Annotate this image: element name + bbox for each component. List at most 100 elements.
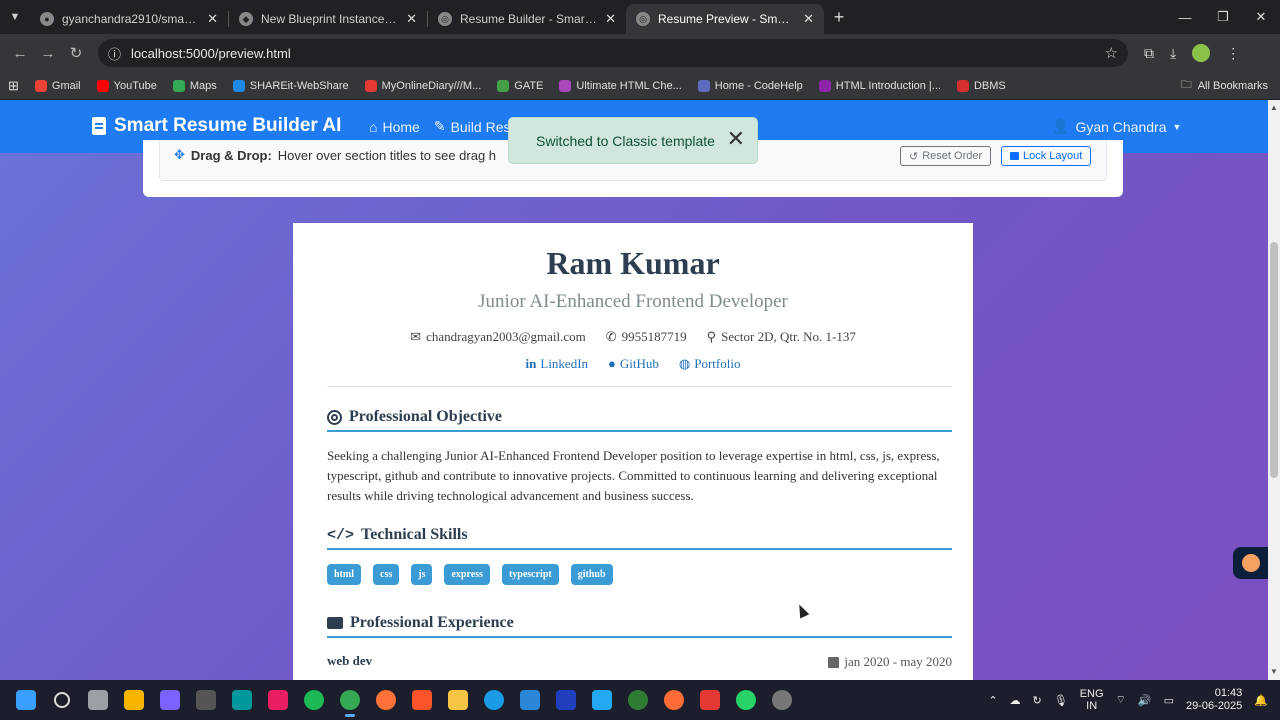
skill-badge: html (327, 564, 361, 585)
nav-home-link[interactable]: ⌂ Home (369, 118, 420, 135)
bookmark-codehelp[interactable]: Home - CodeHelp (690, 79, 811, 92)
taskbar-app[interactable] (656, 682, 692, 718)
maps-icon (172, 79, 185, 92)
notification-bell-icon[interactable]: 🔔 (1254, 694, 1268, 707)
github-icon: ● (608, 356, 616, 371)
site-info-icon[interactable]: ⓘ (108, 44, 121, 63)
chat-assistant-button[interactable] (1233, 547, 1268, 579)
address-bar[interactable]: ⓘ localhost:5000/preview.html ☆ (98, 39, 1128, 67)
back-icon[interactable]: ← (6, 45, 34, 62)
bookmark-youtube[interactable]: YouTube (89, 79, 165, 92)
taskbar-app[interactable] (476, 682, 512, 718)
wifi-icon[interactable]: ⌔ (1116, 693, 1126, 707)
task-view-button[interactable] (80, 682, 116, 718)
profile-avatar[interactable] (1192, 44, 1211, 62)
scroll-up-icon[interactable]: ▲ (1270, 103, 1278, 112)
browser-tab[interactable]: ◎ Resume Builder - Smart Resume ✕ (428, 4, 626, 34)
restore-icon[interactable]: ❐ (1204, 0, 1242, 34)
minimize-icon[interactable]: — (1166, 0, 1204, 34)
new-tab-button[interactable]: + (824, 7, 854, 28)
nav-build-link[interactable]: ✎ Build Res (434, 118, 511, 135)
globe-icon: ◍ (678, 356, 691, 371)
code-icon: </> (327, 526, 355, 544)
taskbar-app[interactable] (116, 682, 152, 718)
reset-order-button[interactable]: ↺ Reset Order (900, 146, 992, 166)
taskbar-app[interactable] (584, 682, 620, 718)
bookmark-gate[interactable]: GATE (489, 79, 551, 92)
taskbar-app[interactable] (368, 682, 404, 718)
close-tab-icon[interactable]: ✕ (605, 11, 616, 27)
chevron-up-icon[interactable]: ⌃ (988, 694, 997, 707)
forward-icon[interactable]: → (34, 45, 62, 62)
bookmark-label: Home - CodeHelp (714, 79, 803, 92)
scroll-down-icon[interactable]: ▼ (1270, 667, 1278, 676)
taskbar-app[interactable] (152, 682, 188, 718)
network-drive-icon[interactable]: ☁ (1010, 694, 1021, 707)
bookmark-star-icon[interactable]: ☆ (1105, 44, 1118, 62)
taskbar-app-chrome[interactable] (332, 682, 368, 718)
taskbar-app[interactable] (620, 682, 656, 718)
browser-tab-active[interactable]: ◎ Resume Preview - Smart Resume ✕ (626, 4, 824, 34)
github-link[interactable]: ● GitHub (608, 356, 659, 372)
taskbar-app[interactable] (692, 682, 728, 718)
store-icon (520, 690, 540, 710)
taskbar-app[interactable] (404, 682, 440, 718)
clock[interactable]: 01:43 29-06-2025 (1186, 687, 1242, 713)
taskbar-app[interactable] (512, 682, 548, 718)
bookmark-shareit[interactable]: SHAREit-WebShare (225, 79, 357, 92)
github-icon: ● (40, 12, 54, 26)
apps-grid-icon[interactable]: ⊞ (0, 78, 27, 94)
battery-icon[interactable]: ▭ (1164, 694, 1174, 707)
taskbar-app[interactable] (260, 682, 296, 718)
taskbar-app[interactable] (188, 682, 224, 718)
taskbar-app[interactable] (296, 682, 332, 718)
taskbar-app[interactable] (764, 682, 800, 718)
microphone-icon[interactable]: 🎙 (1054, 694, 1068, 707)
taskbar-app[interactable] (224, 682, 260, 718)
language-indicator[interactable]: ENG IN (1080, 688, 1104, 712)
all-bookmarks-button[interactable]: 🗀 All Bookmarks (1181, 76, 1268, 95)
browser-tab[interactable]: ◆ New Blueprint Instance - Render ✕ (229, 4, 427, 34)
section-title-experience[interactable]: Professional Experience (327, 614, 952, 638)
linkedin-link[interactable]: in LinkedIn (526, 356, 589, 372)
bookmark-diary[interactable]: MyOnlineDiary///M... (357, 79, 490, 92)
taskbar-app[interactable] (728, 682, 764, 718)
search-button[interactable] (44, 682, 80, 718)
tab-search-button[interactable]: ▼ (0, 2, 30, 32)
url-text: localhost:5000/preview.html (131, 45, 291, 61)
bookmark-dbms[interactable]: DBMS (949, 79, 1014, 92)
portfolio-link[interactable]: ◍ Portfolio (679, 356, 741, 372)
reload-icon[interactable]: ↻ (62, 44, 90, 62)
skill-badge: typescript (501, 564, 559, 585)
scrollbar-thumb[interactable] (1270, 242, 1278, 478)
close-window-icon[interactable]: ✕ (1242, 0, 1280, 34)
menu-icon[interactable]: ⋮ (1226, 45, 1240, 62)
taskbar-app[interactable] (440, 682, 476, 718)
bookmark-maps[interactable]: Maps (165, 79, 225, 92)
close-tab-icon[interactable]: ✕ (207, 11, 218, 27)
brand-logo[interactable]: Smart Resume Builder AI (92, 115, 341, 137)
browser-tab[interactable]: ● gyanchandra2910/smart-resume ✕ (30, 4, 228, 34)
bookmark-gmail[interactable]: Gmail (27, 79, 89, 92)
globe-icon: ◎ (636, 12, 650, 26)
page-scrollbar[interactable]: ▲ ▼ (1268, 100, 1280, 680)
close-tab-icon[interactable]: ✕ (406, 11, 417, 27)
download-icon[interactable]: ⤓ (1170, 45, 1176, 62)
section-title-objective[interactable]: Professional Objective (327, 408, 952, 432)
page-viewport: Smart Resume Builder AI ⌂ Home ✎ Build Res… (0, 100, 1268, 680)
close-icon[interactable]: ✕ (727, 128, 745, 150)
bookmark-html-cheat[interactable]: Ultimate HTML Che... (551, 79, 689, 92)
bookmark-html-intro[interactable]: HTML Introduction |... (811, 79, 949, 92)
browser-toolbar: ← → ↻ ⓘ localhost:5000/preview.html ☆ ⧉ … (0, 34, 1280, 72)
envelope-icon: ✉ (410, 329, 422, 344)
sync-icon[interactable]: ↻ (1033, 694, 1042, 707)
lock-layout-button[interactable]: Lock Layout (1001, 146, 1092, 166)
header-divider (327, 386, 952, 387)
user-dropdown[interactable]: 👤 Gyan Chandra ▼ (1052, 118, 1181, 135)
start-button[interactable] (8, 682, 44, 718)
close-tab-icon[interactable]: ✕ (803, 11, 814, 27)
extensions-icon[interactable]: ⧉ (1144, 45, 1154, 62)
section-title-skills[interactable]: </> Technical Skills (327, 526, 952, 550)
taskbar-app[interactable] (548, 682, 584, 718)
volume-icon[interactable]: 🔊 (1138, 694, 1152, 707)
